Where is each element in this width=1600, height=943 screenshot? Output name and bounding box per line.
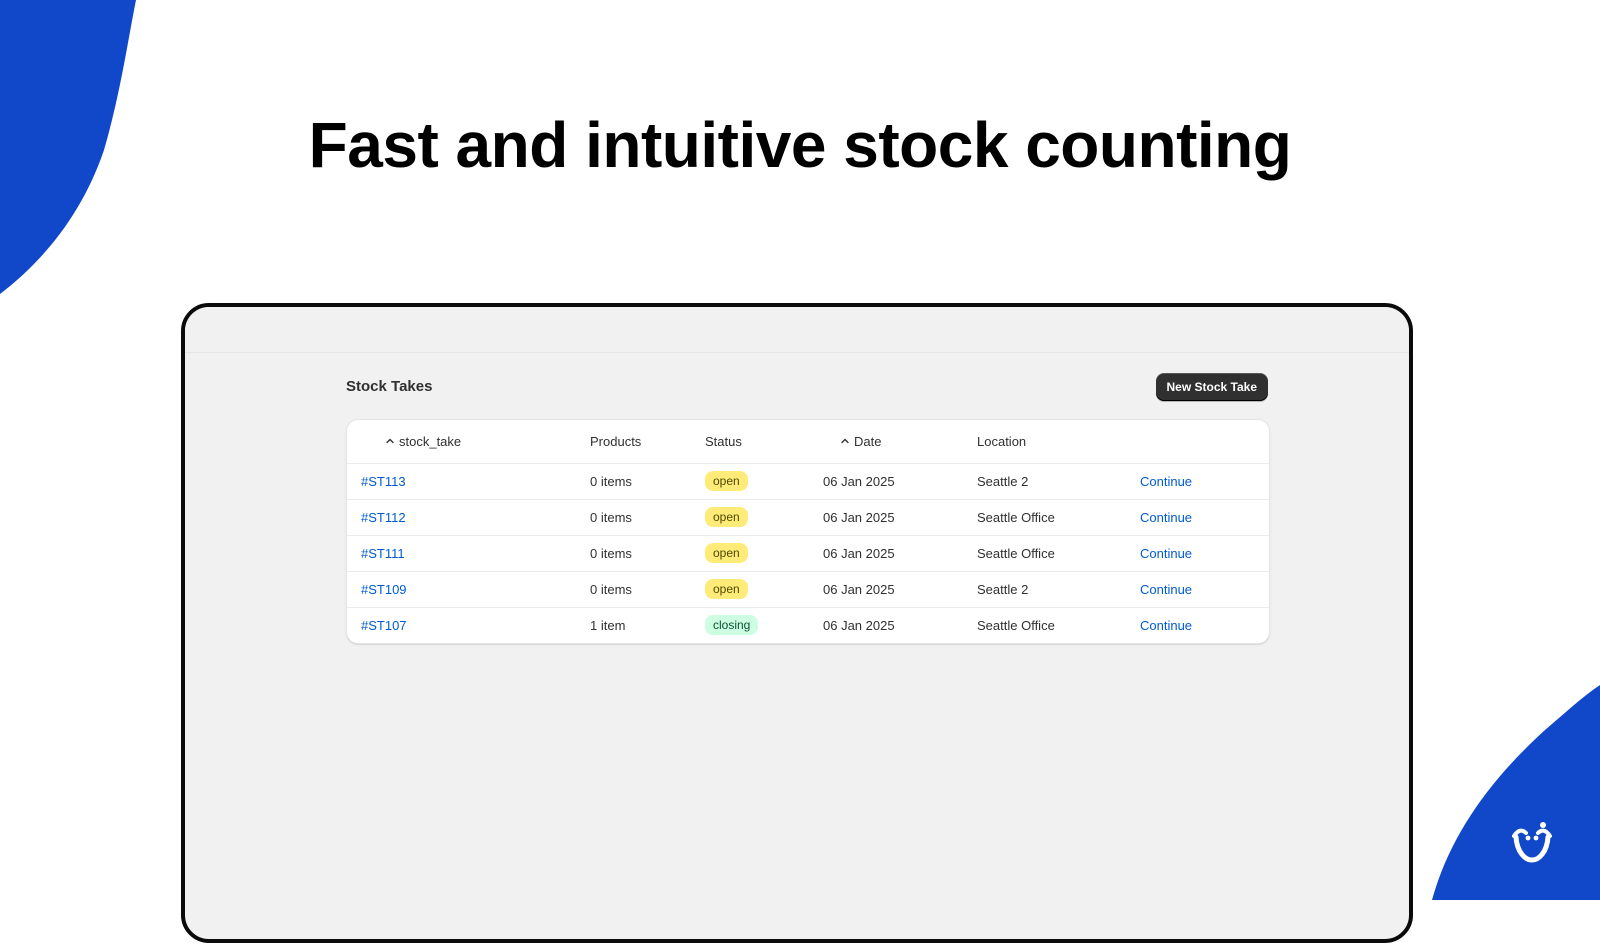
status-badge: open: [705, 507, 748, 527]
stock-takes-table-card: stock_take Products Status Date Location: [346, 419, 1270, 644]
continue-link[interactable]: Continue: [1140, 546, 1192, 561]
decorative-blob-bottom-right: [1432, 685, 1600, 900]
stock-take-id-link[interactable]: #ST109: [361, 582, 407, 597]
continue-link[interactable]: Continue: [1140, 474, 1192, 489]
chevron-up-icon: [386, 438, 394, 444]
stock-take-location: Seattle Office: [977, 509, 1055, 525]
table-row: #ST111 0 items open 06 Jan 2025 Seattle …: [347, 535, 1269, 571]
stock-take-id-link[interactable]: #ST107: [361, 618, 407, 633]
column-header-location: Location: [977, 433, 1027, 449]
table-row: #ST107 1 item closing 06 Jan 2025 Seattl…: [347, 607, 1269, 643]
stock-take-id-link[interactable]: #ST111: [361, 546, 405, 561]
stock-take-location: Seattle Office: [977, 545, 1055, 561]
new-stock-take-button[interactable]: New Stock Take: [1155, 373, 1268, 401]
table-header-row: stock_take Products Status Date Location: [347, 420, 1269, 463]
smiling-face-icon: [1512, 822, 1552, 863]
column-header-status: Status: [705, 433, 742, 449]
column-header-label: stock_take: [399, 433, 462, 449]
status-badge: open: [705, 471, 748, 491]
stock-take-date: 06 Jan 2025: [823, 545, 895, 561]
stock-take-location: Seattle 2: [977, 473, 1029, 489]
status-badge: open: [705, 579, 748, 599]
table-row: #ST112 0 items open 06 Jan 2025 Seattle …: [347, 499, 1269, 535]
stock-take-date: 06 Jan 2025: [823, 617, 895, 633]
status-badge: open: [705, 543, 748, 563]
table-row: #ST109 0 items open 06 Jan 2025 Seattle …: [347, 571, 1269, 607]
stock-take-location: Seattle Office: [977, 617, 1055, 633]
column-header-date[interactable]: Date: [823, 420, 977, 463]
device-frame: Stock Takes New Stock Take stock_take Pr…: [181, 303, 1413, 943]
continue-link[interactable]: Continue: [1140, 582, 1192, 597]
chevron-up-icon: [841, 438, 849, 444]
table-row: #ST113 0 items open 06 Jan 2025 Seattle …: [347, 463, 1269, 499]
column-header-stock-take[interactable]: stock_take: [347, 420, 590, 463]
column-header-products: Products: [590, 433, 642, 449]
products-count: 0 items: [590, 509, 632, 525]
stock-take-date: 06 Jan 2025: [823, 473, 895, 489]
stock-take-id-link[interactable]: #ST112: [361, 510, 406, 525]
products-count: 0 items: [590, 581, 632, 597]
continue-link[interactable]: Continue: [1140, 510, 1192, 525]
page-header: Stock Takes New Stock Take: [346, 373, 1268, 403]
products-count: 0 items: [590, 545, 632, 561]
stock-take-id-link[interactable]: #ST113: [361, 474, 406, 489]
products-count: 0 items: [590, 473, 632, 489]
headline: Fast and intuitive stock counting: [308, 109, 1292, 181]
stock-take-date: 06 Jan 2025: [823, 509, 895, 525]
stock-take-date: 06 Jan 2025: [823, 581, 895, 597]
stock-take-location: Seattle 2: [977, 581, 1029, 597]
column-header-action: [1140, 420, 1269, 463]
app-top-bar: [185, 307, 1409, 353]
status-badge: closing: [705, 615, 759, 636]
stock-takes-table: stock_take Products Status Date Location: [347, 420, 1269, 643]
continue-link[interactable]: Continue: [1140, 618, 1192, 633]
page-title: Stock Takes: [346, 378, 433, 395]
column-header-label: Date: [854, 433, 882, 449]
products-count: 1 item: [590, 617, 626, 633]
